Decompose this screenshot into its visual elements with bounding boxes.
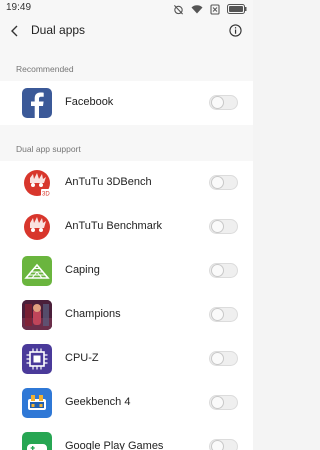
antutu-3dbench-icon: 3D — [22, 168, 52, 198]
info-icon[interactable] — [229, 24, 242, 37]
toggle-knob — [211, 352, 224, 365]
app-name: Caping — [65, 264, 100, 276]
section-title: Recommended — [16, 64, 74, 74]
toggle-knob — [211, 220, 224, 233]
app-row-google-play-games[interactable]: Google Play Games — [0, 425, 253, 450]
status-icons — [173, 3, 247, 15]
dual-app-toggle[interactable] — [209, 95, 238, 110]
geekbench-icon — [22, 388, 52, 418]
antutu-benchmark-icon — [22, 212, 52, 242]
toggle-knob — [211, 176, 224, 189]
wifi-icon — [191, 5, 203, 14]
dual-app-toggle[interactable] — [209, 395, 238, 410]
section-header-dual-app-support: Dual app support — [0, 125, 253, 161]
app-name: AnTuTu Benchmark — [65, 220, 163, 232]
dual-app-toggle[interactable] — [209, 307, 238, 322]
app-row-cpu-z[interactable]: CPU-Z — [0, 337, 253, 381]
app-row-facebook[interactable]: Facebook — [0, 81, 253, 125]
toggle-knob — [211, 264, 224, 277]
google-play-games-icon — [22, 432, 52, 450]
caping-icon — [22, 256, 52, 286]
status-time: 19:49 — [6, 2, 32, 13]
app-row-caping[interactable]: Caping — [0, 249, 253, 293]
alarm-off-icon — [173, 4, 184, 14]
app-list: Recommended Facebook Dual app support 3D… — [0, 45, 253, 450]
app-name: Facebook — [65, 96, 114, 108]
dual-app-toggle[interactable] — [209, 175, 238, 190]
dual-app-toggle[interactable] — [209, 219, 238, 234]
toggle-knob — [211, 96, 224, 109]
facebook-icon — [22, 88, 52, 118]
page-title: Dual apps — [31, 23, 86, 37]
section-title: Dual app support — [16, 144, 81, 154]
status-bar: 19:49 — [0, 0, 253, 18]
app-row-antutu-3dbench[interactable]: 3D AnTuTu 3DBench — [0, 161, 253, 205]
battery-icon — [227, 4, 247, 14]
toggle-knob — [211, 308, 224, 321]
back-arrow-icon[interactable] — [8, 24, 22, 38]
app-bar: Dual apps — [0, 18, 253, 45]
section-header-recommended: Recommended — [0, 45, 253, 81]
app-name: Geekbench 4 — [65, 396, 131, 408]
app-name: AnTuTu 3DBench — [65, 176, 152, 188]
toggle-knob — [211, 396, 224, 409]
toggle-knob — [211, 440, 224, 450]
app-row-champions[interactable]: Champions — [0, 293, 253, 337]
dual-app-toggle[interactable] — [209, 351, 238, 366]
champions-icon — [22, 300, 52, 330]
app-name: Champions — [65, 308, 121, 320]
cpu-z-icon — [22, 344, 52, 374]
dual-app-toggle[interactable] — [209, 263, 238, 278]
dual-app-toggle[interactable] — [209, 439, 238, 450]
app-name: CPU-Z — [65, 352, 99, 364]
app-name: Google Play Games — [65, 440, 164, 450]
app-row-antutu-benchmark[interactable]: AnTuTu Benchmark — [0, 205, 253, 249]
svg-text:3D: 3D — [42, 192, 50, 198]
sim-icon — [210, 3, 220, 15]
app-row-geekbench-4[interactable]: Geekbench 4 — [0, 381, 253, 425]
